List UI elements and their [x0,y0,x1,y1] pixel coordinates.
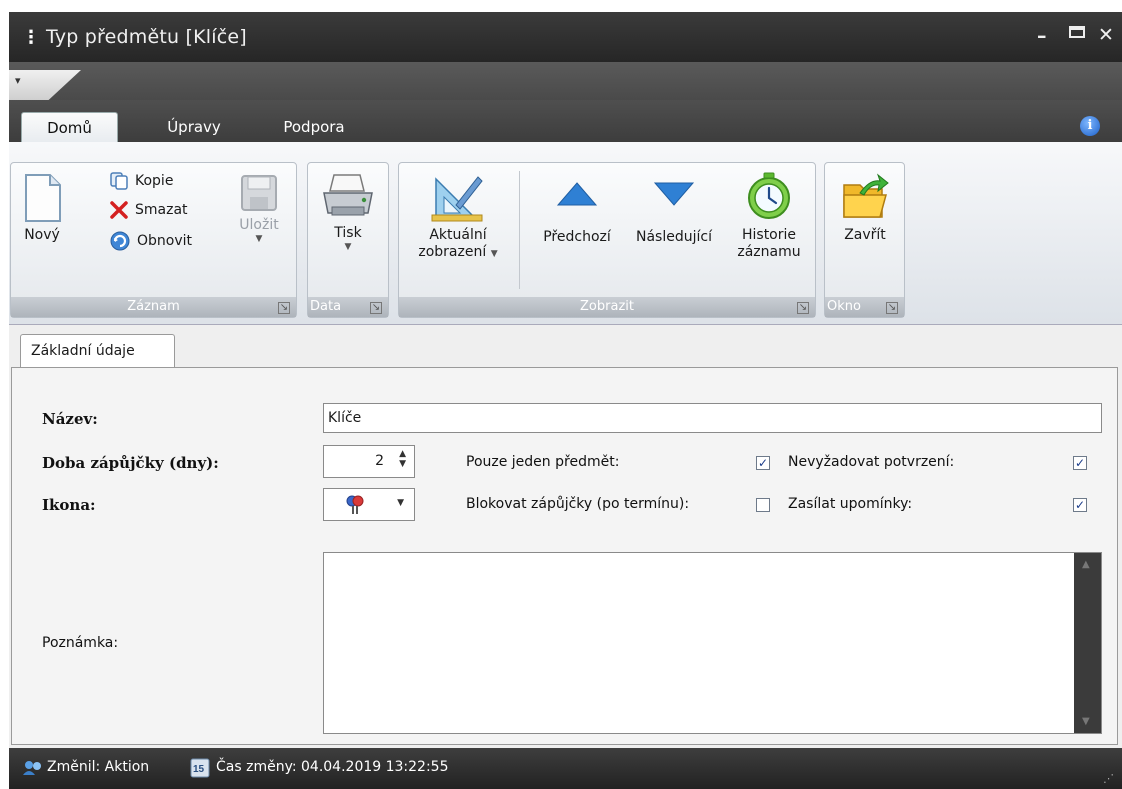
tab-basic-info[interactable]: Základní údaje [20,334,175,368]
customize-toolbar-icon[interactable]: ▾ [15,74,21,87]
group-caption-record: Záznam [11,297,296,317]
maximize-button[interactable] [1069,26,1085,38]
arrow-down-icon [653,182,695,206]
window-title: Typ předmětu [Klíče] [46,26,247,48]
quick-access-menu[interactable]: ▾ [9,70,81,100]
block-loans-checkbox[interactable] [756,498,770,512]
current-view-icon [431,176,483,222]
note-textarea[interactable]: ▲ ▼ [323,552,1102,734]
ribbon-tabs: Domů Úpravy Podpora i [9,100,1122,142]
delete-button[interactable]: Smazat [109,200,188,220]
tab-home[interactable]: Domů [21,112,118,142]
refresh-icon [110,231,130,251]
name-label: Název: [42,410,98,428]
close-window-button[interactable]: ✕ [1098,24,1114,46]
no-confirmation-label: Nevyžadovat potvrzení: [788,454,955,470]
icon-label: Ikona: [42,496,96,514]
send-reminders-label: Zasílat upomínky: [788,496,913,512]
group-data: Tisk ▼ Data ↘ [307,162,389,318]
svg-text:15: 15 [193,764,205,775]
send-reminders-checkbox[interactable]: ✓ [1073,498,1087,512]
loan-period-label: Doba zápůjčky (dny): [42,454,219,472]
save-button[interactable]: Uložit ▼ [233,173,285,244]
loan-period-spinner[interactable]: 2 ▲ ▼ [323,445,415,478]
status-bar: Změnil: Aktion 15 Čas změny: 04.04.2019 … [9,748,1122,789]
current-view-dropdown-arrow[interactable]: ▼ [491,249,498,259]
tab-support[interactable]: Podpora [279,112,349,142]
group-view: Aktuální zobrazení ▼ Předchozí Následují… [398,162,816,318]
spinner-arrows-icon[interactable]: ▲ ▼ [399,449,406,469]
save-icon [241,175,277,211]
history-clock-icon [748,172,790,219]
calendar-user-icon: 15 [190,758,210,778]
current-view-button[interactable]: Aktuální zobrazení ▼ [405,171,511,263]
window: ⋮ Typ předmětu [Klíče] – ✕ ▾ Domů Úpravy… [9,12,1122,789]
quick-access-toolbar: ▾ [9,62,1122,100]
group-window: Zavřít Okno ↘ [824,162,905,318]
dialog-launcher-icon[interactable]: ↘ [278,302,290,314]
form-panel: Název: Klíče Doba zápůjčky (dny): 2 ▲ ▼ I… [11,367,1118,745]
folder-exit-icon [843,173,889,218]
icon-select[interactable]: ▼ [323,488,415,521]
changed-by-text: Změnil: Aktion [47,759,150,775]
new-button[interactable]: Nový [16,173,68,244]
keys-icon [346,495,364,514]
users-icon [23,761,41,775]
printer-icon [323,174,373,216]
previous-button[interactable]: Předchozí [527,177,627,246]
single-item-checkbox[interactable]: ✓ [756,456,770,470]
record-history-button[interactable]: Historie záznamu [729,171,809,261]
close-button[interactable]: Zavřít [831,171,899,244]
ribbon: Nový Kopie Smazat Obnovit Uložit ▼ Zázna… [9,142,1122,325]
icon-dropdown-arrow[interactable]: ▼ [397,498,404,508]
separator [519,171,520,289]
single-item-label: Pouze jeden předmět: [466,454,620,470]
dialog-launcher-icon[interactable]: ↘ [370,302,382,314]
resize-grip-icon[interactable]: ⋰ [1103,772,1114,785]
note-scrollbar[interactable]: ▲ ▼ [1074,553,1101,733]
print-dropdown-arrow[interactable]: ▼ [316,242,380,252]
next-button[interactable]: Následující [625,177,723,246]
tab-edit[interactable]: Úpravy [154,112,234,142]
changed-time-text: Čas změny: 04.04.2019 13:22:55 [216,759,449,775]
no-confirmation-checkbox[interactable]: ✓ [1073,456,1087,470]
scroll-up-icon[interactable]: ▲ [1082,559,1090,570]
dialog-launcher-icon[interactable]: ↘ [886,302,898,314]
delete-icon [110,201,128,219]
arrow-up-icon [556,182,598,206]
copy-button[interactable]: Kopie [109,171,173,191]
title-bar[interactable]: ⋮ Typ předmětu [Klíče] – ✕ [9,12,1122,62]
new-document-icon [25,174,61,222]
group-record: Nový Kopie Smazat Obnovit Uložit ▼ Zázna… [10,162,297,318]
copy-icon [110,172,128,190]
name-input[interactable]: Klíče [323,403,1102,433]
save-dropdown-arrow[interactable]: ▼ [233,234,285,244]
group-caption-view: Zobrazit [399,297,815,317]
refresh-button[interactable]: Obnovit [109,230,192,252]
window-menu-icon[interactable]: ⋮ [22,27,40,48]
minimize-button[interactable]: – [1037,25,1047,47]
form-area: Základní údaje Název: Klíče Doba zápůjčk… [9,325,1122,748]
scroll-down-icon[interactable]: ▼ [1082,716,1090,727]
block-loans-label: Blokovat zápůjčky (po termínu): [466,496,690,512]
note-label: Poznámka: [42,635,119,651]
print-button[interactable]: Tisk ▼ [316,173,380,252]
info-icon[interactable]: i [1080,116,1100,136]
dialog-launcher-icon[interactable]: ↘ [797,302,809,314]
